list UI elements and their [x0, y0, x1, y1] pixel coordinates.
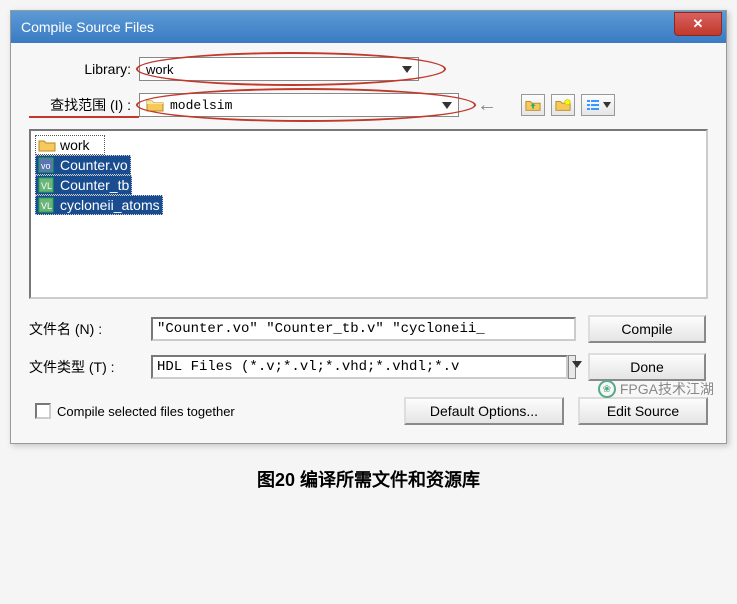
file-name: Counter_tb: [60, 177, 129, 193]
lookin-label: 查找范围 (I) :: [29, 95, 139, 115]
library-label: Library:: [29, 61, 139, 77]
library-value: work: [146, 62, 173, 77]
folder-icon: [38, 137, 56, 153]
wechat-icon: ❀: [598, 380, 616, 398]
vl-file-icon: VL: [38, 197, 56, 213]
folder-new-icon: [555, 98, 571, 112]
back-arrow-icon[interactable]: ←: [477, 94, 497, 117]
file-name: Counter.vo: [60, 157, 128, 173]
vl-file-icon: VL: [38, 177, 56, 193]
file-list[interactable]: work vo Counter.vo VL Counter_tb VL cycl…: [29, 129, 708, 299]
svg-text:VL: VL: [41, 181, 52, 191]
library-combobox[interactable]: work: [139, 57, 419, 81]
compile-button[interactable]: Compile: [588, 315, 706, 343]
list-item[interactable]: vo Counter.vo: [35, 155, 131, 175]
list-item[interactable]: VL cycloneii_atoms: [35, 195, 163, 215]
window-title: Compile Source Files: [21, 19, 154, 35]
figure-caption: 图20 编译所需文件和资源库: [10, 466, 727, 492]
list-item[interactable]: work: [35, 135, 105, 155]
lookin-row: 查找范围 (I) : modelsim ←: [29, 93, 708, 117]
vo-file-icon: vo: [38, 157, 56, 173]
close-button[interactable]: ✕: [674, 12, 722, 36]
svg-text:vo: vo: [41, 161, 51, 171]
chevron-down-icon: [603, 102, 611, 108]
view-menu-button[interactable]: [581, 94, 615, 116]
annotation-oval: [136, 52, 446, 86]
dialog-content: Library: work 查找范围 (I) : modelsim ←: [11, 43, 726, 443]
compile-together-checkbox[interactable]: Compile selected files together: [35, 403, 235, 419]
filename-label: 文件名 (N) :: [29, 319, 139, 339]
chevron-down-icon: [402, 66, 412, 73]
options-row: Compile selected files together Default …: [29, 397, 708, 425]
edit-source-button[interactable]: Edit Source: [578, 397, 708, 425]
folder-toolbar: [521, 94, 615, 116]
list-item[interactable]: VL Counter_tb: [35, 175, 132, 195]
file-name: cycloneii_atoms: [60, 197, 160, 213]
svg-text:VL: VL: [41, 201, 52, 211]
filetype-value: HDL Files (*.v;*.vl;*.vhd;*.vhdl;*.v: [151, 355, 568, 379]
watermark: ❀ FPGA技术江湖: [598, 379, 714, 399]
folder-icon: [146, 98, 164, 112]
chevron-down-icon: [568, 355, 576, 379]
lookin-combobox[interactable]: modelsim: [139, 93, 459, 117]
library-row: Library: work: [29, 57, 708, 81]
lookin-value: modelsim: [170, 98, 232, 113]
default-options-button[interactable]: Default Options...: [404, 397, 564, 425]
filetype-label: 文件类型 (T) :: [29, 357, 139, 377]
filename-section: 文件名 (N) : "Counter.vo" "Counter_tb.v" "c…: [29, 315, 708, 381]
filetype-combobox[interactable]: HDL Files (*.v;*.vl;*.vhd;*.vhdl;*.v: [151, 355, 576, 379]
new-folder-button[interactable]: [551, 94, 575, 116]
titlebar[interactable]: Compile Source Files ✕: [11, 11, 726, 43]
annotation-underline: [29, 116, 139, 118]
up-one-level-button[interactable]: [521, 94, 545, 116]
close-icon: ✕: [693, 16, 704, 32]
compile-dialog: Compile Source Files ✕ Library: work 查找范…: [10, 10, 727, 444]
checkbox-label: Compile selected files together: [57, 404, 235, 419]
checkbox-icon: [35, 403, 51, 419]
chevron-down-icon: [442, 102, 452, 109]
done-button[interactable]: Done: [588, 353, 706, 381]
list-view-icon: [585, 98, 601, 112]
folder-up-icon: [525, 98, 541, 112]
filename-input[interactable]: "Counter.vo" "Counter_tb.v" "cycloneii_: [151, 317, 576, 341]
file-name: work: [60, 137, 90, 153]
